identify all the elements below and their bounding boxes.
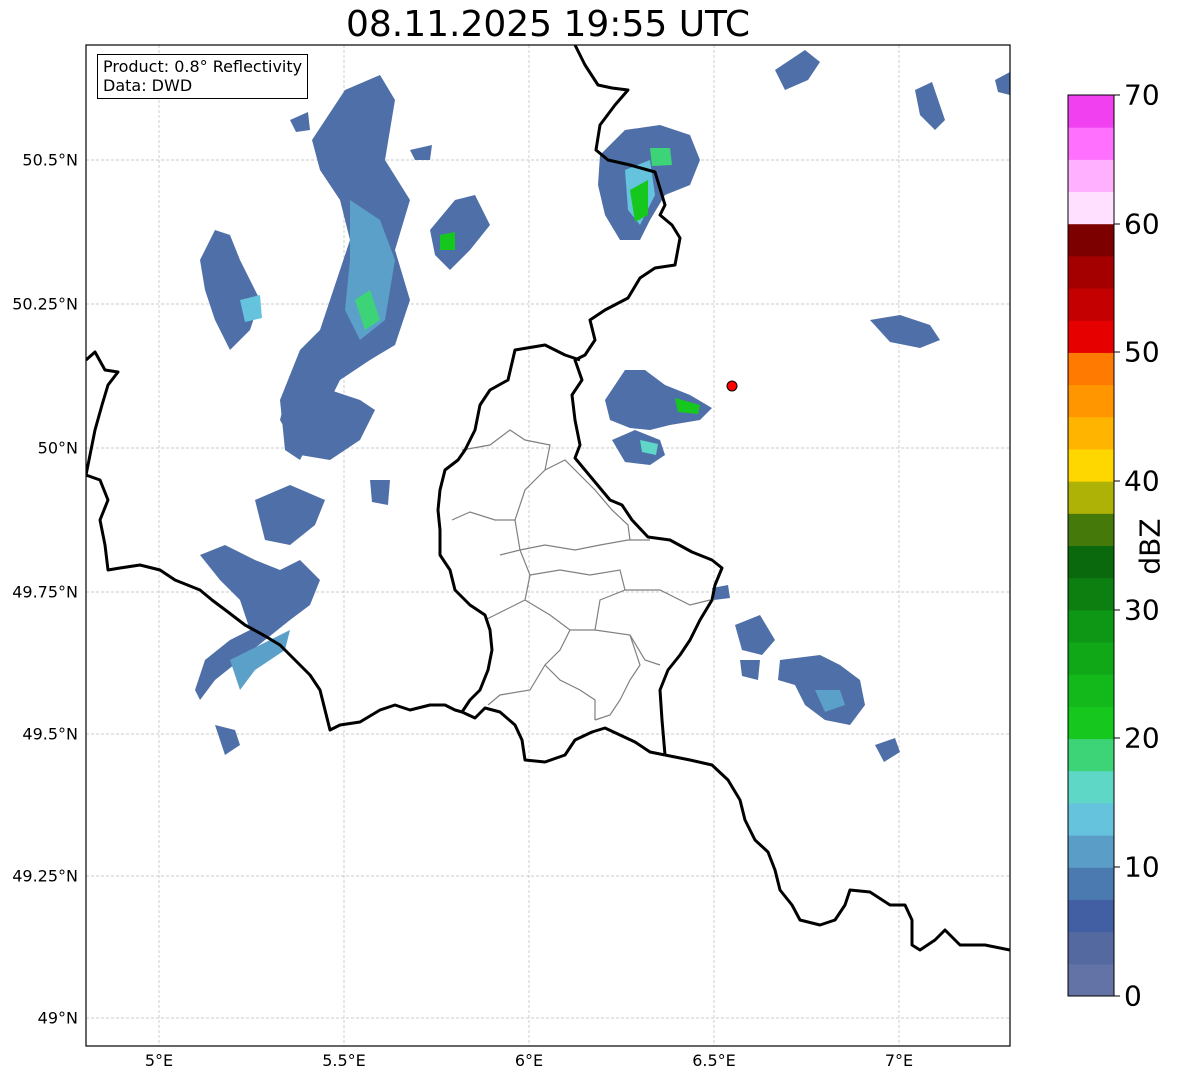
colorbar-segment — [1068, 867, 1114, 900]
colorbar-segment — [1068, 384, 1114, 418]
colorbar-segment — [1068, 899, 1114, 933]
colorbar-segment — [1068, 223, 1114, 257]
lat-tick-label: 49.75°N — [12, 582, 78, 602]
colorbar-segment — [1068, 416, 1114, 450]
colorbar-segment — [1068, 320, 1114, 353]
data-source-label: Data: DWD — [103, 76, 193, 95]
colorbar-segment — [1068, 513, 1114, 546]
colorbar-segment — [1068, 545, 1114, 579]
colorbar-segment — [1068, 255, 1114, 289]
colorbar-segment — [1068, 481, 1114, 514]
colorbar-tick-label: 60 — [1124, 207, 1160, 241]
colorbar-segment — [1068, 770, 1114, 804]
colorbar-tick-label: 70 — [1124, 78, 1160, 112]
colorbar-tick-label: 20 — [1124, 721, 1160, 755]
colorbar-tick-label: 50 — [1124, 335, 1160, 369]
colorbar-segment — [1068, 191, 1114, 225]
colorbar-segment — [1068, 963, 1114, 997]
colorbar-segment — [1068, 159, 1114, 193]
colorbar-segment — [1068, 127, 1114, 160]
lat-tick-label: 49°N — [37, 1008, 78, 1028]
lat-tick-label: 50.25°N — [12, 294, 78, 314]
colorbar-segment — [1068, 835, 1114, 868]
colorbar-segment — [1068, 931, 1114, 965]
colorbar-segment — [1068, 288, 1114, 321]
lon-tick-label: 6.5°E — [692, 1051, 736, 1070]
colorbar-tick-label: 10 — [1124, 850, 1160, 884]
product-info-box: Product: 0.8° Reflectivity Data: DWD — [97, 54, 309, 99]
colorbar-segment — [1068, 95, 1114, 128]
colorbar-tick-marks — [1114, 94, 1120, 997]
colorbar-segment — [1068, 352, 1114, 386]
colorbar-tick-label: 0 — [1124, 979, 1142, 1013]
lon-tick-label: 6°E — [514, 1051, 544, 1070]
lon-tick-label: 5°E — [144, 1051, 174, 1070]
colorbar-segment — [1068, 674, 1114, 707]
lat-tick-label: 50.5°N — [22, 150, 78, 170]
lon-tick-label: 7°E — [884, 1051, 914, 1070]
colorbar-unit-label: dBZ — [1133, 518, 1167, 575]
product-label: Product: 0.8° Reflectivity — [103, 57, 303, 76]
colorbar-tick-label: 40 — [1124, 464, 1160, 498]
colorbar-segment — [1068, 738, 1114, 772]
colorbar — [1068, 95, 1114, 997]
colorbar-segment — [1068, 706, 1114, 740]
colorbar-tick-label: 30 — [1124, 593, 1160, 627]
colorbar-segment — [1068, 642, 1114, 675]
lat-tick-label: 50°N — [37, 438, 78, 458]
radar-site-marker — [726, 380, 738, 392]
lat-tick-label: 49.5°N — [22, 724, 78, 744]
colorbar-segment — [1068, 577, 1114, 611]
colorbar-segment — [1068, 448, 1114, 482]
radar-map-figure — [85, 44, 1120, 1047]
lat-tick-label: 49.25°N — [12, 866, 78, 886]
lon-tick-label: 5.5°E — [322, 1051, 366, 1070]
colorbar-segment — [1068, 609, 1114, 643]
colorbar-segment — [1068, 802, 1114, 836]
